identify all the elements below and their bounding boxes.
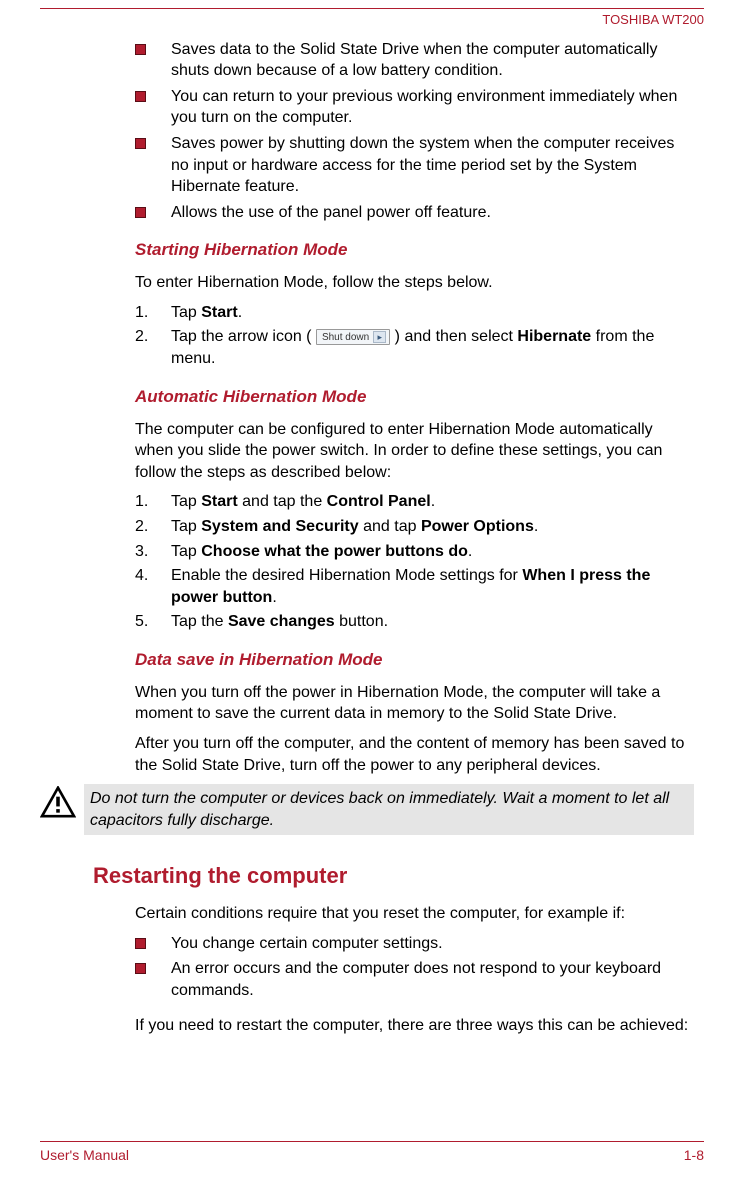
text: Tap the arrow icon (	[171, 328, 316, 345]
bold-text: Power Options	[421, 518, 534, 535]
list-item: You change certain computer settings.	[135, 933, 694, 955]
bold-text: Choose what the power buttons do	[201, 543, 468, 560]
step-item: Tap Start and tap the Control Panel.	[135, 491, 694, 513]
step-item: Tap Start.	[135, 302, 694, 324]
caution-note: Do not turn the computer or devices back…	[40, 784, 694, 835]
shutdown-label: Shut down	[322, 332, 369, 343]
step-item: Tap the arrow icon ( Shut down ▸ ) and th…	[135, 326, 694, 369]
text: Tap the	[171, 613, 228, 630]
text: Tap	[171, 304, 201, 321]
restart-bullet-list: You change certain computer settings. An…	[135, 933, 694, 1002]
bold-text: Start	[201, 304, 237, 321]
bold-text: System and Security	[201, 518, 358, 535]
header-model: TOSHIBA WT200	[40, 11, 704, 29]
page-footer: User's Manual 1-8	[40, 1141, 704, 1165]
heading-starting-hibernation: Starting Hibernation Mode	[135, 239, 694, 262]
arrow-icon: ▸	[373, 331, 386, 343]
text: and tap	[359, 518, 421, 535]
footer-page-number: 1-8	[684, 1146, 704, 1165]
list-item: You can return to your previous working …	[135, 86, 694, 129]
caution-text: Do not turn the computer or devices back…	[84, 784, 694, 835]
bold-text: Start	[201, 493, 237, 510]
paragraph: When you turn off the power in Hibernati…	[135, 682, 694, 725]
caution-icon	[40, 786, 76, 818]
step-item: Tap Choose what the power buttons do.	[135, 541, 694, 563]
footer-left: User's Manual	[40, 1146, 129, 1165]
heading-restarting: Restarting the computer	[93, 861, 694, 891]
steps-starting: Tap Start. Tap the arrow icon ( Shut dow…	[135, 302, 694, 370]
list-item: An error occurs and the computer does no…	[135, 958, 694, 1001]
text: Tap	[171, 493, 201, 510]
bold-text: Hibernate	[517, 328, 591, 345]
step-item: Tap the Save changes button.	[135, 611, 694, 633]
text: Enable the desired Hibernation Mode sett…	[171, 567, 522, 584]
intro-bullet-list: Saves data to the Solid State Drive when…	[135, 39, 694, 224]
list-item: Saves data to the Solid State Drive when…	[135, 39, 694, 82]
text: and tap the	[238, 493, 327, 510]
bold-text: Control Panel	[327, 493, 431, 510]
text: .	[468, 543, 472, 560]
paragraph: The computer can be configured to enter …	[135, 419, 694, 484]
text: Tap	[171, 518, 201, 535]
bold-text: Save changes	[228, 613, 335, 630]
heading-data-save: Data save in Hibernation Mode	[135, 649, 694, 672]
paragraph: If you need to restart the computer, the…	[135, 1015, 694, 1037]
paragraph: After you turn off the computer, and the…	[135, 733, 694, 776]
text: .	[534, 518, 538, 535]
text: .	[238, 304, 242, 321]
text: .	[272, 589, 276, 606]
paragraph: Certain conditions require that you rese…	[135, 903, 694, 925]
paragraph: To enter Hibernation Mode, follow the st…	[135, 272, 694, 294]
heading-automatic-hibernation: Automatic Hibernation Mode	[135, 386, 694, 409]
steps-automatic: Tap Start and tap the Control Panel. Tap…	[135, 491, 694, 633]
text: Tap	[171, 543, 201, 560]
text: .	[431, 493, 435, 510]
list-item: Allows the use of the panel power off fe…	[135, 202, 694, 224]
text: button.	[335, 613, 388, 630]
list-item: Saves power by shutting down the system …	[135, 133, 694, 198]
step-item: Enable the desired Hibernation Mode sett…	[135, 565, 694, 608]
step-item: Tap System and Security and tap Power Op…	[135, 516, 694, 538]
shutdown-button-image: Shut down ▸	[316, 329, 390, 345]
text: ) and then select	[390, 328, 517, 345]
